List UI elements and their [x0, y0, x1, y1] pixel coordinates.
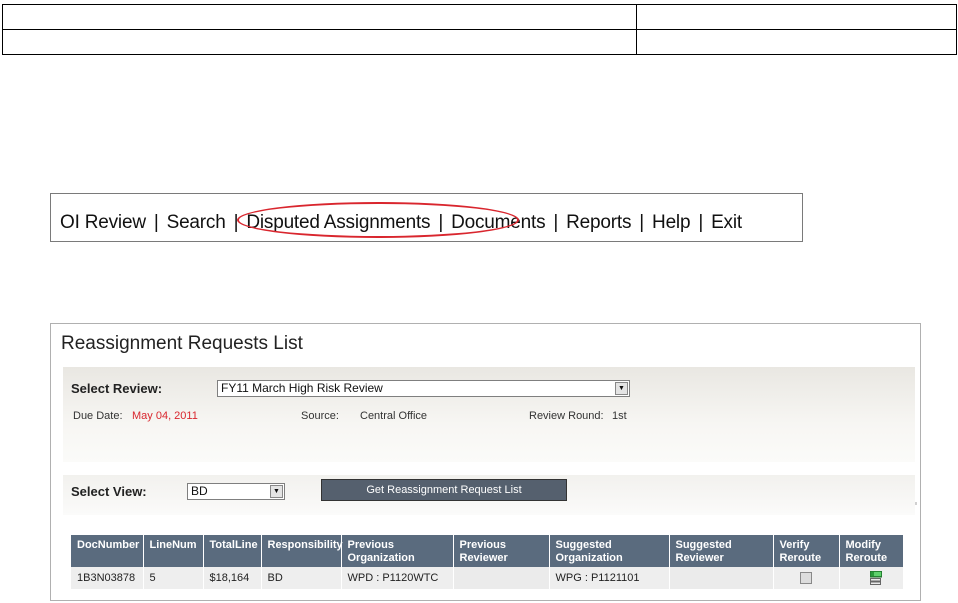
- source-label: Source:: [301, 410, 339, 422]
- select-review-dropdown[interactable]: FY11 March High Risk Review ▼: [217, 380, 630, 397]
- cell-previous-reviewer: [453, 567, 550, 589]
- table-header-row: DocNumber LineNum TotalLine Responsibili…: [71, 535, 904, 567]
- nav-separator: |: [438, 212, 444, 233]
- select-view-dropdown[interactable]: BD ▼: [187, 483, 285, 500]
- due-date-label: Due Date:: [73, 410, 123, 422]
- modify-reroute-icon[interactable]: [869, 570, 882, 585]
- nav-oi-review[interactable]: OI Review: [60, 212, 146, 233]
- cell-modify-reroute: [839, 567, 904, 589]
- nav-reports[interactable]: Reports: [566, 212, 631, 233]
- nav-separator: |: [153, 212, 159, 233]
- header-previous-organization[interactable]: Previous Organization: [341, 535, 454, 567]
- nav-separator: |: [698, 212, 704, 233]
- nav-disputed-assignments[interactable]: Disputed Assignments: [246, 212, 430, 233]
- select-review-label: Select Review:: [71, 381, 163, 396]
- cell-docnumber: 1B3N03878: [71, 567, 144, 589]
- header-linenum[interactable]: LineNum: [143, 535, 204, 567]
- table-cell: [636, 4, 957, 30]
- review-selection-area: Select Review: FY11 March High Risk Revi…: [63, 367, 917, 505]
- nav-separator: |: [639, 212, 645, 233]
- table-cell: [2, 29, 637, 55]
- header-totalline[interactable]: TotalLine: [203, 535, 262, 567]
- header-responsibility[interactable]: Responsibility: [261, 535, 343, 567]
- page-title: Reassignment Requests List: [61, 333, 303, 354]
- table-row[interactable]: 1B3N03878 5 $18,164 BD WPD : P1120WTC WP…: [71, 567, 904, 589]
- reassignment-table: DocNumber LineNum TotalLine Responsibili…: [71, 535, 904, 589]
- navigation-bar: OI Review | Search | Disputed Assignments | Do…: [50, 193, 803, 242]
- nav-search[interactable]: Search: [167, 212, 226, 233]
- select-view-value: BD: [191, 484, 208, 498]
- cell-suggested-reviewer: [669, 567, 774, 589]
- header-docnumber[interactable]: DocNumber: [71, 535, 144, 567]
- header-suggested-reviewer[interactable]: Suggested Reviewer: [669, 535, 774, 567]
- select-review-value: FY11 March High Risk Review: [221, 381, 383, 395]
- review-round-label: Review Round:: [529, 410, 604, 422]
- header-suggested-organization[interactable]: Suggested Organization: [549, 535, 670, 567]
- header-previous-reviewer[interactable]: Previous Reviewer: [453, 535, 550, 567]
- get-reassignment-list-button[interactable]: Get Reassignment Request List: [321, 479, 567, 501]
- cell-responsibility: BD: [261, 567, 342, 589]
- header-modify-reroute: Modify Reroute: [839, 535, 904, 567]
- view-selection-area: Select View: BD ▼ Get Reassignment Reque…: [63, 475, 915, 515]
- table-cell: [636, 29, 957, 55]
- top-empty-table: [2, 4, 957, 55]
- select-view-label: Select View:: [71, 484, 147, 499]
- cell-verify-reroute: [773, 567, 840, 589]
- nav-documents[interactable]: Documents: [451, 212, 545, 233]
- nav-separator: |: [233, 212, 239, 233]
- review-round-value: 1st: [612, 410, 627, 422]
- source-value: Central Office: [360, 410, 428, 422]
- table-cell: [2, 4, 637, 30]
- dropdown-arrow-icon[interactable]: ▼: [270, 485, 283, 498]
- cell-previous-organization: WPD : P1120WTC: [341, 567, 454, 589]
- due-date-value: May 04, 2011: [132, 410, 198, 422]
- cell-totalline: $18,164: [203, 567, 262, 589]
- header-verify-reroute: Verify Reroute: [773, 535, 840, 567]
- verify-reroute-checkbox[interactable]: [799, 572, 812, 585]
- nav-help[interactable]: Help: [652, 212, 690, 233]
- cell-linenum: 5: [143, 567, 204, 589]
- dropdown-arrow-icon[interactable]: ▼: [615, 382, 628, 395]
- nav-separator: |: [553, 212, 559, 233]
- nav-exit[interactable]: Exit: [711, 212, 742, 233]
- reassignment-panel: Reassignment Requests List Select Review…: [50, 323, 921, 601]
- cell-suggested-organization: WPG : P1121101: [549, 567, 670, 589]
